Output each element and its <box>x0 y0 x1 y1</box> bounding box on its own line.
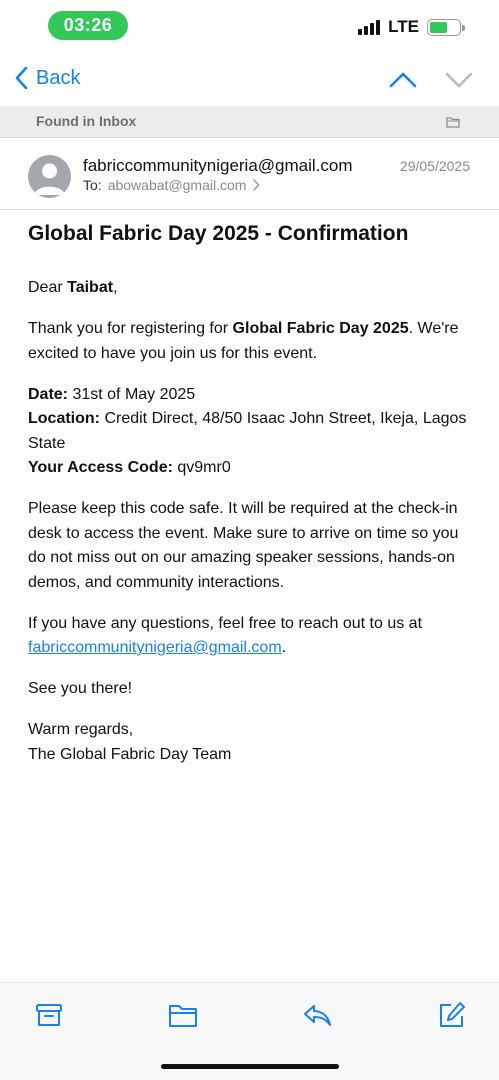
email-body: Dear Taibat, Thank you for registering f… <box>28 276 474 784</box>
reply-button[interactable] <box>302 1001 332 1034</box>
greeting: Dear Taibat, <box>28 279 118 296</box>
status-indicators: LTE <box>358 17 465 37</box>
move-to-folder-button[interactable] <box>168 1001 198 1034</box>
back-button[interactable]: Back <box>14 66 80 90</box>
signature: Warm regards, The Global Fabric Day Team <box>28 721 232 763</box>
compose-button[interactable] <box>438 1001 466 1034</box>
contact-paragraph: If you have any questions, feel free to … <box>28 614 423 657</box>
archive-icon <box>36 1004 62 1026</box>
chevron-down-icon <box>445 72 473 88</box>
chevron-up-icon <box>389 72 417 88</box>
found-in-inbox-label: Found in Inbox <box>36 113 137 129</box>
archive-button[interactable] <box>35 1001 63 1034</box>
event-details: Date: 31st of May 2025 Location: Credit … <box>28 383 474 481</box>
home-indicator[interactable] <box>161 1064 339 1069</box>
battery-fill <box>430 21 447 33</box>
network-label: LTE <box>388 17 419 36</box>
folder-icon <box>446 117 460 128</box>
nav-bar: Back <box>0 56 499 106</box>
instructions-paragraph: Please keep this code safe. It will be r… <box>28 500 459 591</box>
signal-icon <box>358 19 381 35</box>
reply-icon <box>304 1005 331 1026</box>
recipient-name: Taibat <box>67 279 114 296</box>
email-subject: Global Fabric Day 2025 - Confirmation <box>28 222 409 245</box>
recipient-line[interactable]: To: abowabat@gmail.com <box>83 177 260 193</box>
previous-message-button[interactable] <box>388 68 418 97</box>
avatar[interactable] <box>28 155 71 198</box>
found-in-inbox-bar[interactable]: Found in Inbox <box>0 106 499 138</box>
recipient-address: abowabat@gmail.com <box>107 177 247 193</box>
intro-paragraph: Thank you for registering for Global Fab… <box>28 320 459 362</box>
sender-address[interactable]: fabriccommunitynigeria@gmail.com <box>83 156 353 176</box>
mail-header: fabriccommunitynigeria@gmail.com To: abo… <box>0 139 499 210</box>
date-label: Date: <box>28 385 69 403</box>
battery-icon <box>427 18 465 36</box>
access-code-label: Your Access Code: <box>28 459 173 476</box>
chevron-right-icon <box>253 179 260 191</box>
closing-line: See you there! <box>28 680 133 697</box>
folder-icon <box>169 1005 197 1027</box>
contact-email-link[interactable]: fabriccommunitynigeria@gmail.com <box>28 639 282 656</box>
chevron-left-icon <box>15 66 28 90</box>
message-date: 29/05/2025 <box>399 158 470 174</box>
person-icon <box>34 163 65 195</box>
to-label: To: <box>83 177 102 193</box>
event-name: Global Fabric Day 2025 <box>232 320 409 337</box>
compose-icon <box>440 1002 465 1027</box>
date-value: 31st of May 2025 <box>68 385 196 403</box>
location-label: Location: <box>28 410 100 427</box>
next-message-button[interactable] <box>444 68 474 97</box>
status-bar: 03:26 LTE <box>0 0 499 56</box>
status-time: 03:26 <box>48 11 128 40</box>
access-code-value: qv9mr0 <box>172 459 231 476</box>
back-label: Back <box>36 66 81 89</box>
